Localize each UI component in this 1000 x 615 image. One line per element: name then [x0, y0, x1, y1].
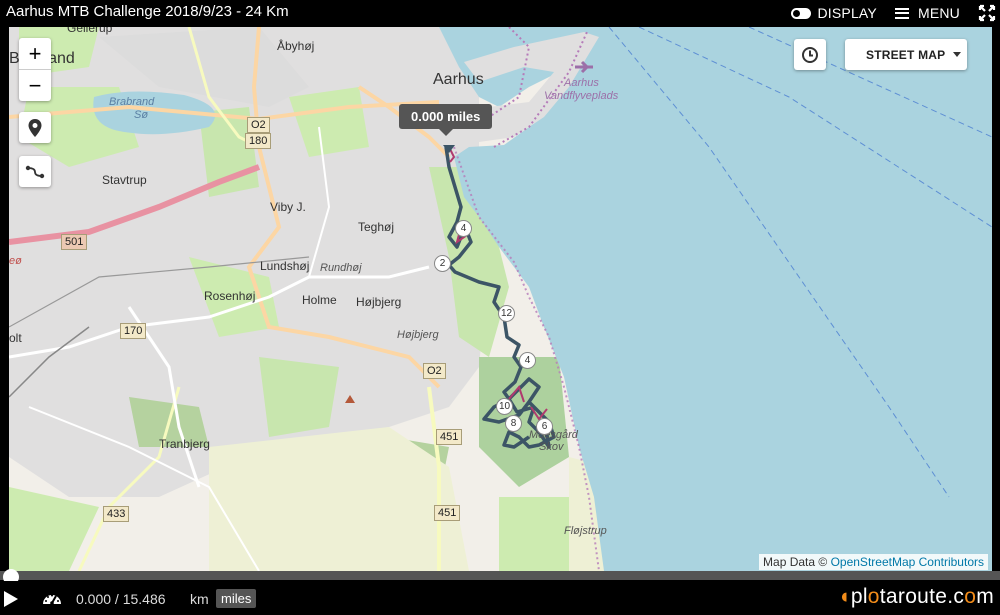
map-view[interactable]: Gellerup Brabrand Åbyhøj Aarhus Brabrand… — [9, 27, 992, 571]
label-airport-2: Vandflyveplads — [544, 90, 619, 102]
map-attribution: Map Data © OpenStreetMap Contributors — [759, 554, 988, 570]
time-button[interactable] — [794, 39, 826, 70]
label-lundshoj: Lundshøj — [260, 259, 310, 273]
label-tranbjerg: Tranbjerg — [159, 437, 210, 451]
km-marker[interactable]: 10 — [496, 398, 513, 415]
route-icon — [25, 165, 45, 178]
km-marker[interactable]: 2 — [434, 255, 451, 272]
map-style-select[interactable]: STREET MAP — [845, 39, 967, 70]
progress-track[interactable] — [0, 571, 1000, 580]
fullscreen-icon[interactable] — [978, 4, 996, 22]
km-marker[interactable]: 8 — [505, 415, 522, 432]
map-pin-icon — [28, 118, 42, 137]
road-shield-170: 170 — [120, 323, 147, 339]
map-style-value: STREET MAP — [866, 47, 946, 62]
label-fljstrup: Fløjstrup — [564, 525, 607, 537]
label-stavtrup: Stavtrup — [102, 173, 147, 187]
label-aarhus: Aarhus — [433, 71, 484, 88]
osm-link[interactable]: OpenStreetMap Contributors — [831, 555, 984, 569]
unit-miles-toggle[interactable]: miles — [216, 589, 257, 608]
location-button[interactable] — [19, 112, 51, 143]
display-label: DISPLAY — [817, 5, 877, 21]
label-brabrand-lake: Brabrand — [109, 96, 155, 108]
unit-km-toggle[interactable]: km — [190, 591, 209, 607]
distance-readout: 0.000 / 15.486 — [76, 591, 166, 607]
menu-button[interactable]: MENU — [894, 5, 960, 21]
label-hojbjerg-italic: Højbjerg — [397, 329, 439, 341]
label-rosenhoj: Rosenhøj — [204, 289, 256, 303]
label-holme: Holme — [302, 293, 337, 307]
label-rundhoj: Rundhøj — [320, 262, 362, 274]
km-marker[interactable]: 4 — [519, 352, 536, 369]
road-shield-451-north: 451 — [436, 429, 463, 445]
km-marker[interactable]: 6 — [536, 418, 553, 435]
display-toggle[interactable]: DISPLAY — [791, 5, 877, 21]
logo-pin-icon: ◖ — [837, 585, 851, 608]
road-shield-433: 433 — [103, 506, 130, 522]
road-shield-o2-south: O2 — [423, 363, 446, 379]
road-shield-451-south: 451 — [434, 505, 461, 521]
road-shield-o2: O2 — [247, 117, 270, 133]
toggle-icon — [791, 7, 812, 19]
attribution-prefix: Map Data © — [763, 555, 828, 569]
top-bar: Aarhus MTB Challenge 2018/9/23 - 24 Km D… — [0, 0, 1000, 26]
label-edge-eo: eø — [9, 255, 22, 267]
road-shield-501: 501 — [61, 234, 88, 250]
page-title: Aarhus MTB Challenge 2018/9/23 - 24 Km — [6, 3, 289, 20]
label-viby: Viby J. — [270, 200, 306, 214]
menu-label: MENU — [917, 5, 960, 21]
zoom-out-button[interactable]: − — [19, 70, 51, 101]
label-hojbjerg: Højbjerg — [356, 295, 402, 309]
route-button[interactable] — [19, 156, 51, 187]
km-marker[interactable]: 12 — [498, 305, 515, 322]
top-controls: DISPLAY MENU — [791, 0, 1000, 26]
speedometer-icon[interactable] — [42, 590, 62, 606]
label-gellerup: Gellerup — [67, 27, 113, 35]
player-bar: 0.000 / 15.486 km miles ◖plotaroute.com — [0, 581, 1000, 615]
label-brabrand-so: Sø — [134, 109, 149, 121]
hamburger-icon — [894, 7, 909, 19]
km-marker[interactable]: 4 — [455, 220, 472, 237]
label-abyhoj: Åbyhøj — [277, 39, 315, 53]
plotaroute-logo[interactable]: ◖plotaroute.com — [838, 585, 994, 609]
road-shield-180: 180 — [245, 133, 272, 149]
label-airport-1: Aarhus — [564, 77, 599, 89]
label-moesgard-2: Skov — [539, 441, 564, 453]
distance-tooltip: 0.000 miles — [399, 104, 493, 136]
map-base — [9, 27, 992, 571]
chevron-down-icon — [953, 52, 961, 57]
clock-icon — [802, 46, 818, 63]
zoom-in-button[interactable]: + — [19, 38, 51, 70]
label-edge-olt: olt — [9, 331, 22, 345]
zoom-control: + − — [19, 38, 51, 101]
label-teghoj: Teghøj — [358, 220, 395, 234]
play-icon[interactable] — [4, 591, 18, 607]
